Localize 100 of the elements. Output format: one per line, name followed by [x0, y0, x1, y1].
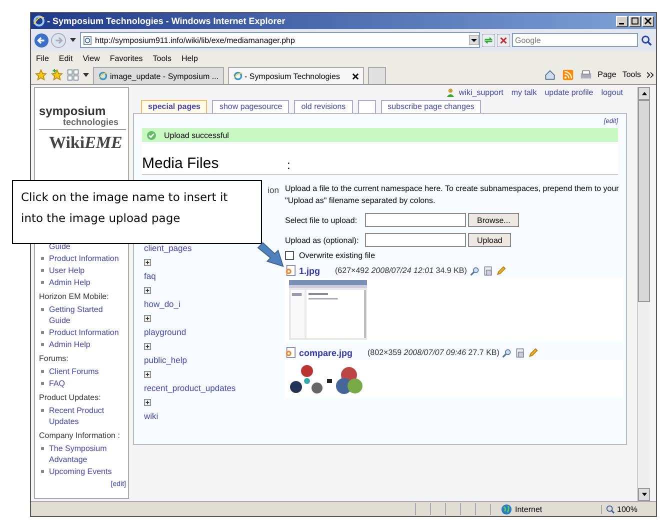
magnifier-icon[interactable]	[470, 266, 480, 276]
field-label: Select file to upload:	[285, 216, 358, 224]
minimize-button[interactable]	[616, 16, 628, 26]
close-icon	[644, 17, 652, 25]
maximize-icon	[631, 17, 639, 25]
menu-item[interactable]: Help	[181, 54, 198, 62]
sidebar-link[interactable]: The Symposium Advantage	[49, 443, 126, 465]
add-favorite-icon[interactable]	[51, 68, 63, 80]
bullet-icon	[41, 257, 44, 260]
browse-button[interactable]: Browse...	[468, 213, 520, 227]
bullet-icon	[41, 447, 44, 450]
chevron-icon[interactable]	[647, 72, 654, 78]
zoom-icon	[606, 504, 615, 514]
zone-label: Internet	[515, 504, 542, 514]
expand-icon[interactable]	[144, 315, 151, 322]
document-icon[interactable]	[515, 348, 526, 358]
browser-tab[interactable]: - Symposium Technologies	[228, 67, 364, 84]
file-info: (802×359 2008/07/07 09:46 27.7 KB)	[368, 348, 500, 357]
expand-icon[interactable]	[144, 287, 151, 294]
upload-button[interactable]: Upload	[468, 233, 512, 247]
command-menu[interactable]: Tools	[622, 70, 641, 79]
back-icon[interactable]	[34, 32, 49, 48]
expand-icon[interactable]	[144, 399, 151, 406]
bullet-icon	[41, 331, 44, 334]
search-field[interactable]: Google	[512, 33, 638, 47]
close-button[interactable]	[642, 16, 654, 26]
search-icon[interactable]	[640, 34, 653, 46]
magnifier-icon[interactable]	[502, 348, 512, 358]
dropdown-icon[interactable]	[83, 72, 89, 76]
namespace-link[interactable]: playground	[144, 327, 186, 337]
sidebar-link[interactable]: Getting Started Guide	[49, 304, 126, 326]
scrollbar[interactable]	[637, 87, 650, 501]
expand-icon[interactable]	[144, 343, 151, 350]
user-link[interactable]: logout	[601, 88, 623, 96]
bullet-icon	[41, 370, 44, 373]
maximize-button[interactable]	[629, 16, 641, 26]
command-menu[interactable]: Page	[598, 70, 616, 79]
document-icon[interactable]	[482, 266, 493, 276]
bullet-icon	[41, 409, 44, 412]
home-icon[interactable]	[544, 68, 556, 80]
user-link[interactable]: update profile	[544, 88, 594, 96]
user-link[interactable]: wiki_support	[458, 88, 504, 96]
file-link[interactable]: 1.jpg	[299, 266, 320, 276]
file-link[interactable]: compare.jpg	[299, 348, 353, 358]
file-field[interactable]	[365, 213, 466, 227]
checkbox[interactable]	[285, 251, 294, 260]
page-tab[interactable]: special pages	[141, 100, 208, 113]
sidebar-link[interactable]: Product Information	[49, 253, 119, 264]
bullet-icon	[41, 343, 44, 346]
sidebar-link[interactable]: Admin Help	[49, 277, 90, 288]
dropdown-icon[interactable]	[70, 38, 76, 42]
namespace-link[interactable]: recent_product_updates	[144, 383, 236, 393]
zoom-control[interactable]: 100%	[601, 504, 656, 514]
page-tab[interactable]: subscribe page changes	[380, 100, 482, 113]
menu-item[interactable]: File	[36, 54, 49, 62]
close-icon[interactable]	[352, 72, 359, 80]
name-field[interactable]	[365, 233, 466, 247]
namespace-link[interactable]: how_do_i	[144, 299, 180, 309]
expand-icon[interactable]	[144, 259, 151, 266]
window-title: - Symposium Technologies - Windows Internet Explorer	[47, 16, 286, 26]
menu-item[interactable]: Tools	[152, 54, 172, 62]
checkbox-label: Overwrite existing file	[299, 251, 376, 260]
namespace-link[interactable]: faq	[144, 271, 156, 281]
expand-icon[interactable]	[144, 371, 151, 378]
scroll-up-icon[interactable]	[640, 91, 648, 96]
pencil-icon[interactable]	[528, 348, 538, 358]
sidebar-link[interactable]: Client Forums	[49, 366, 99, 377]
wiki-logo-italic: EME	[84, 133, 122, 153]
section-heading: Company Information :	[39, 431, 121, 440]
browser-tab[interactable]: image_update - Symposium ...	[93, 67, 224, 84]
namespace-link[interactable]: public_help	[144, 355, 188, 365]
menu-item[interactable]: View	[82, 54, 100, 62]
bullet-icon	[41, 382, 44, 385]
sidebar-link[interactable]: Upcoming Events	[49, 466, 112, 477]
user-link[interactable]: my talk	[511, 88, 537, 96]
sidebar-link[interactable]: User Help	[49, 265, 85, 276]
scroll-down-icon[interactable]	[640, 492, 648, 497]
stop-icon[interactable]	[497, 34, 510, 46]
namespace-link[interactable]: client_pages	[144, 243, 192, 253]
sidebar-link[interactable]: FAQ	[49, 378, 66, 389]
bullet-icon	[41, 470, 44, 473]
printer-icon[interactable]	[580, 68, 592, 80]
sidebar-link[interactable]: Admin Help	[49, 339, 90, 350]
bullet-icon	[41, 281, 44, 284]
file-info: (627×492 2008/07/24 12:01 34.9 KB)	[335, 266, 467, 275]
menu-item[interactable]: Edit	[58, 54, 73, 62]
page-tab[interactable]: show pagesource	[212, 100, 290, 113]
page-tab[interactable]: old revisions	[294, 100, 353, 113]
page-heading: Media Files	[142, 155, 220, 172]
grid-icon[interactable]	[67, 68, 79, 80]
namespace-link[interactable]: wiki	[144, 411, 158, 421]
sidebar-link[interactable]: Product Information	[49, 327, 119, 338]
star-icon[interactable]	[35, 68, 47, 80]
dropdown-icon[interactable]	[469, 35, 479, 45]
address-field[interactable]: http://symposium911.info/wiki/lib/exe/mediamanager.php	[80, 32, 480, 48]
page-icon	[83, 36, 92, 44]
menu-item[interactable]: Favorites	[110, 54, 143, 62]
pencil-icon[interactable]	[496, 266, 506, 276]
field-label: Upload as (optional):	[285, 236, 360, 244]
sidebar-link[interactable]: Recent Product Updates	[49, 405, 126, 427]
